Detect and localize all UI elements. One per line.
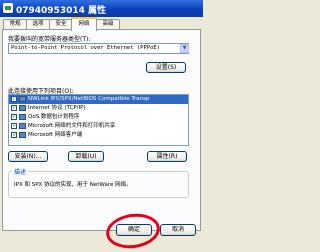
properties-button[interactable]: 属性(R) — [147, 151, 187, 162]
chevron-down-icon[interactable]: ▼ — [180, 44, 189, 53]
dial-type-label: 我要拨叫的宽带服务器类型(T): — [8, 36, 91, 43]
checkbox[interactable] — [11, 103, 17, 112]
list-item[interactable]: Microsoft 网络客户端 — [9, 130, 188, 140]
components-list[interactable]: NWLink IPX/SPX/NetBIOS Compatible Transp… — [8, 94, 189, 146]
dial-type-value: Point-to-Point Protocol over Ethernet (P… — [11, 45, 161, 51]
tab-security[interactable]: 安全 — [49, 19, 73, 29]
description-text: IPX 和 SPX 协议的实现，用于 NetWare 网络。 — [14, 182, 132, 188]
service-icon — [19, 123, 26, 129]
checkbox[interactable] — [11, 121, 17, 130]
list-item[interactable]: NWLink IPX/SPX/NetBIOS Compatible Transp — [9, 95, 188, 104]
service-icon — [19, 114, 26, 120]
install-button[interactable]: 安装(N)... — [8, 151, 48, 162]
network-connection-icon — [3, 3, 13, 13]
list-item-label: NWLink IPX/SPX/NetBIOS Compatible Transp — [28, 96, 150, 102]
checkbox[interactable] — [11, 130, 17, 139]
window-title: 07940953014 属性 — [16, 6, 107, 16]
uninstall-button[interactable]: 卸载(U) — [68, 151, 104, 162]
description-title: 描述 — [12, 167, 29, 176]
tab-network[interactable]: 网络 — [71, 17, 97, 31]
list-item-label: QoS 数据包计划程序 — [28, 114, 80, 120]
protocol-icon — [19, 105, 26, 111]
protocol-icon — [19, 96, 26, 102]
list-item[interactable]: Internet 协议 (TCP/IP) — [9, 103, 188, 113]
list-item[interactable]: Microsoft 网络的文件和打印机共享 — [9, 121, 188, 131]
title-bar: 07940953014 属性 — [0, 0, 203, 17]
checkbox[interactable] — [11, 95, 17, 103]
tab-advanced[interactable]: 高级 — [96, 19, 120, 29]
list-item-label: Internet 协议 (TCP/IP) — [28, 105, 86, 111]
settings-button[interactable]: 设置(S) — [146, 62, 186, 73]
cancel-button[interactable]: 取消 — [160, 224, 196, 236]
checkbox[interactable] — [11, 112, 17, 121]
tab-options[interactable]: 选项 — [26, 19, 50, 29]
tab-general[interactable]: 常规 — [3, 19, 27, 29]
list-item[interactable]: QoS 数据包计划程序 — [9, 112, 188, 122]
dial-type-select[interactable]: Point-to-Point Protocol over Ethernet (P… — [8, 43, 189, 54]
list-item-label: Microsoft 网络的文件和打印机共享 — [28, 123, 116, 129]
client-icon — [19, 132, 26, 138]
list-item-label: Microsoft 网络客户端 — [28, 132, 83, 138]
